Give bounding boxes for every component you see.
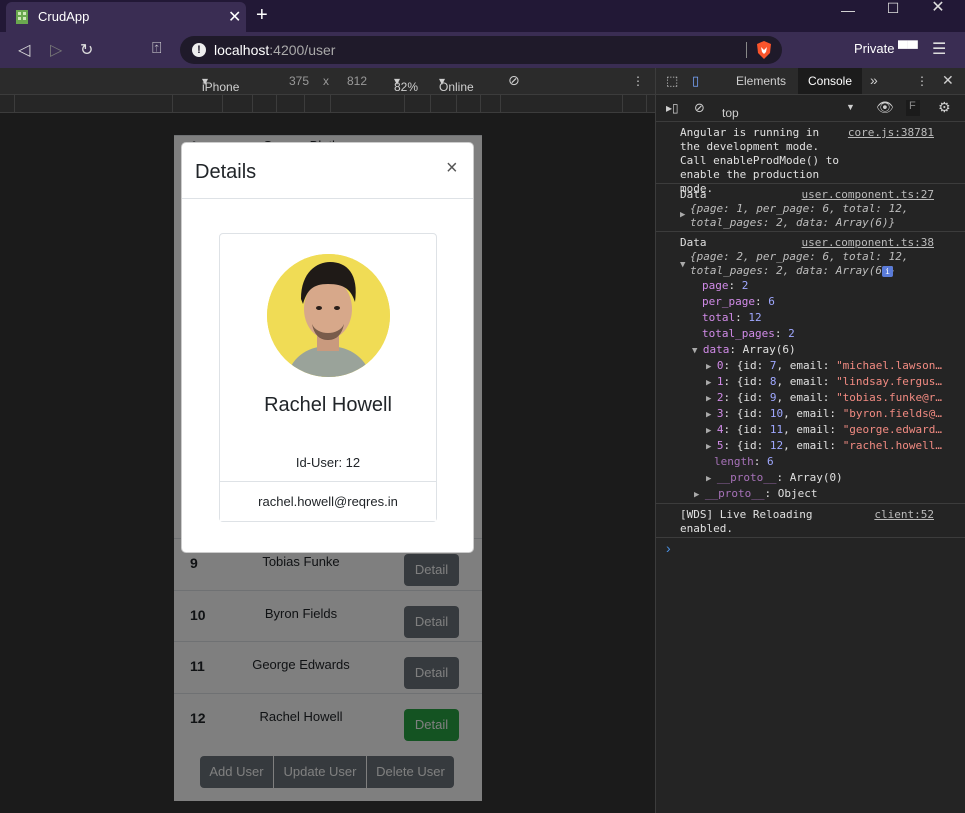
browser-tab[interactable]: CrudApp ✕ bbox=[6, 2, 246, 32]
close-icon[interactable]: × bbox=[446, 157, 458, 180]
browser-toolbar: ◁ ▷ ↻ ⍐ ! localhost:4200/user Private ▀▀… bbox=[0, 32, 965, 68]
source-link[interactable]: client:52 bbox=[874, 508, 934, 522]
tab-title: CrudApp bbox=[38, 9, 90, 24]
close-tab-icon[interactable]: ✕ bbox=[228, 7, 241, 27]
address-divider bbox=[746, 42, 747, 58]
modal-title: Details bbox=[195, 161, 257, 183]
prop-total-pages: total_pages: 2 bbox=[702, 327, 795, 340]
device-width-input[interactable]: 375 bbox=[289, 74, 309, 88]
network-select[interactable]: Online ▾ bbox=[439, 74, 474, 94]
tab-console[interactable]: Console bbox=[798, 68, 862, 94]
info-badge-icon: i bbox=[882, 266, 893, 277]
maximize-icon[interactable]: ☐ bbox=[873, 0, 913, 16]
brave-shield-icon[interactable] bbox=[756, 41, 772, 59]
console-message-wds: client:52 [WDS] Live Reloading enabled. bbox=[656, 504, 965, 538]
bookmark-icon[interactable]: ⍐ bbox=[152, 40, 162, 58]
devtools-tabbar: ⬚ ▯ Elements Console » ⋮ ✕ bbox=[656, 68, 965, 95]
context-select[interactable]: top ▼ bbox=[722, 100, 858, 120]
object-preview[interactable]: {page: 1, per_page: 6, total: 12, total_… bbox=[690, 202, 938, 230]
browser-menu-icon[interactable]: ☰ bbox=[932, 39, 946, 59]
object-preview[interactable]: {page: 2, per_page: 6, total: 12, total_… bbox=[690, 250, 938, 278]
devtools-menu-icon[interactable]: ⋮ bbox=[916, 74, 928, 88]
user-name: Rachel Howell bbox=[264, 394, 392, 416]
array-item-0[interactable]: ▶ 0: {id: 7, email: "michael.lawson… bbox=[706, 358, 942, 375]
user-id: Id-User: 12 bbox=[295, 455, 361, 470]
source-link[interactable]: user.component.ts:38 bbox=[802, 236, 934, 250]
reload-icon[interactable]: ↻ bbox=[80, 40, 93, 60]
address-bar[interactable]: ! localhost:4200/user bbox=[180, 36, 782, 64]
console-prompt[interactable]: › bbox=[666, 540, 671, 556]
device-height-input[interactable]: 812 bbox=[347, 74, 367, 88]
console-message-data-1: Data user.component.ts:27 ▶ {page: 1, pe… bbox=[656, 184, 965, 232]
dimension-separator: x bbox=[323, 74, 329, 88]
array-item-5[interactable]: ▶ 5: {id: 12, email: "rachel.howell… bbox=[706, 438, 942, 455]
prop-length: length: 6 bbox=[714, 455, 774, 468]
new-tab-icon[interactable]: + bbox=[256, 4, 268, 27]
filter-input[interactable]: F bbox=[906, 100, 920, 116]
prop-data[interactable]: ▼ data: Array(6) bbox=[692, 342, 796, 359]
live-expression-eye-icon[interactable]: 👁 bbox=[876, 99, 894, 116]
prop-object-proto[interactable]: ▶ __proto__: Object bbox=[694, 486, 817, 503]
console-message-angular: core.js:38781 Angular is running in the … bbox=[656, 124, 965, 195]
device-more-icon[interactable]: ⋮ bbox=[632, 74, 644, 88]
message-label: Data bbox=[680, 188, 707, 201]
prop-total: total: 12 bbox=[702, 311, 762, 324]
source-link[interactable]: core.js:38781 bbox=[848, 126, 934, 140]
back-icon[interactable]: ◁ bbox=[18, 40, 30, 60]
avatar-photo bbox=[267, 254, 390, 377]
sidebar-toggle-icon[interactable]: ▸▯ bbox=[666, 101, 679, 115]
source-link[interactable]: user.component.ts:27 bbox=[802, 188, 934, 202]
site-info-icon[interactable]: ! bbox=[192, 43, 206, 57]
device-mode-icon[interactable]: ▯ bbox=[692, 73, 699, 89]
expand-arrow-icon[interactable]: ▶ bbox=[680, 208, 685, 222]
prop-page: page: 2 bbox=[702, 279, 749, 292]
prop-array-proto[interactable]: ▶ __proto__: Array(0) bbox=[706, 470, 843, 487]
url-text: localhost:4200/user bbox=[214, 42, 336, 58]
settings-gear-icon[interactable]: ⚙ bbox=[938, 99, 951, 116]
clear-console-icon[interactable]: ⊘ bbox=[694, 100, 705, 116]
minimize-icon[interactable]: — bbox=[828, 2, 868, 18]
console-filter-bar: ▸▯ ⊘ top ▼ 👁 F ⚙ bbox=[656, 95, 965, 122]
tab-elements[interactable]: Elements bbox=[736, 74, 786, 88]
zoom-select[interactable]: 82% ▾ bbox=[394, 74, 418, 94]
devtools-panel: ⬚ ▯ Elements Console » ⋮ ✕ ▸▯ ⊘ top ▼ 👁 F… bbox=[655, 68, 965, 813]
private-glasses-icon: ▀▀ bbox=[898, 40, 918, 56]
message-label: Data bbox=[680, 236, 707, 249]
array-item-4[interactable]: ▶ 4: {id: 11, email: "george.edward… bbox=[706, 422, 942, 439]
close-window-icon[interactable]: ✕ bbox=[918, 0, 958, 16]
console-message-data-2: Data user.component.ts:38 ▼ {page: 2, pe… bbox=[656, 232, 965, 504]
card-footer: rachel.howell@reqres.in bbox=[220, 481, 436, 521]
rotate-icon[interactable]: ⊘ bbox=[508, 72, 520, 89]
array-item-2[interactable]: ▶ 2: {id: 9, email: "tobias.funke@r… bbox=[706, 390, 942, 407]
inspect-icon[interactable]: ⬚ bbox=[666, 73, 678, 89]
browser-tab-bar: CrudApp ✕ + — ☐ ✕ bbox=[0, 0, 965, 32]
close-devtools-icon[interactable]: ✕ bbox=[942, 72, 954, 89]
device-select[interactable]: iPhone X ▾ bbox=[202, 74, 239, 108]
forward-icon[interactable]: ▷ bbox=[50, 40, 62, 60]
more-tabs-icon[interactable]: » bbox=[870, 72, 878, 88]
collapse-arrow-icon[interactable]: ▼ bbox=[680, 258, 685, 272]
prop-per-page: per_page: 6 bbox=[702, 295, 775, 308]
details-modal: Details × Rachel Howell Id-User: 12 rach… bbox=[181, 142, 474, 553]
angular-favicon-icon bbox=[16, 10, 28, 24]
user-email: rachel.howell@reqres.in bbox=[258, 494, 398, 509]
device-toolbar: iPhone X ▾ 375 x 812 82% ▾ Online ▾ ⊘ ⋮ bbox=[0, 68, 655, 108]
modal-header: Details × bbox=[182, 143, 473, 199]
user-card: Rachel Howell Id-User: 12 rachel.howell@… bbox=[219, 233, 437, 522]
array-item-1[interactable]: ▶ 1: {id: 8, email: "lindsay.fergus… bbox=[706, 374, 942, 391]
media-query-ruler bbox=[0, 95, 655, 113]
private-label: Private bbox=[854, 41, 895, 56]
message-text: [WDS] Live Reloading enabled. bbox=[680, 508, 813, 535]
array-item-3[interactable]: ▶ 3: {id: 10, email: "byron.fields@… bbox=[706, 406, 942, 423]
avatar bbox=[267, 254, 390, 377]
